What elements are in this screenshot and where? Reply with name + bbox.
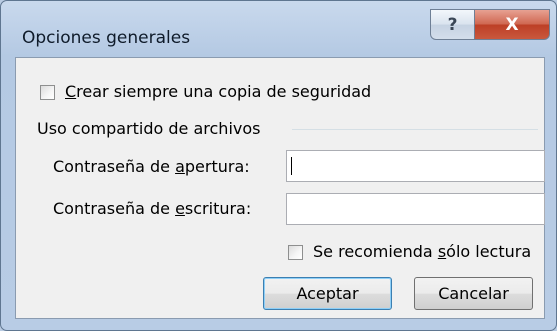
readonly-label[interactable]: Se recomienda sólo lectura: [313, 242, 531, 262]
backup-label[interactable]: Crear siempre una copia de seguridad: [65, 82, 371, 102]
title-bar[interactable]: Opciones generales ? X: [1, 1, 557, 57]
open-password-label: Contraseña de apertura:: [53, 157, 250, 176]
write-password-label: Contraseña de escritura:: [53, 199, 252, 218]
backup-checkbox[interactable]: [40, 85, 55, 100]
dialog-content: Crear siempre una copia de seguridad Uso…: [15, 57, 545, 319]
dialog-window: Opciones generales ? X Crear siempre una…: [0, 0, 557, 331]
sharing-group-label: Uso compartido de archivos: [37, 119, 261, 138]
ok-button[interactable]: Aceptar: [263, 277, 392, 310]
open-password-field[interactable]: [286, 150, 545, 182]
text-caret: [291, 157, 292, 175]
close-button[interactable]: X: [475, 9, 550, 40]
cancel-button[interactable]: Cancelar: [414, 277, 533, 310]
help-icon: ?: [447, 14, 458, 35]
close-icon: X: [505, 14, 519, 35]
dialog-title: Opciones generales: [22, 28, 191, 48]
help-button[interactable]: ?: [430, 9, 475, 40]
group-divider: [292, 129, 538, 130]
write-password-field[interactable]: [286, 193, 545, 225]
readonly-checkbox[interactable]: [288, 245, 303, 260]
